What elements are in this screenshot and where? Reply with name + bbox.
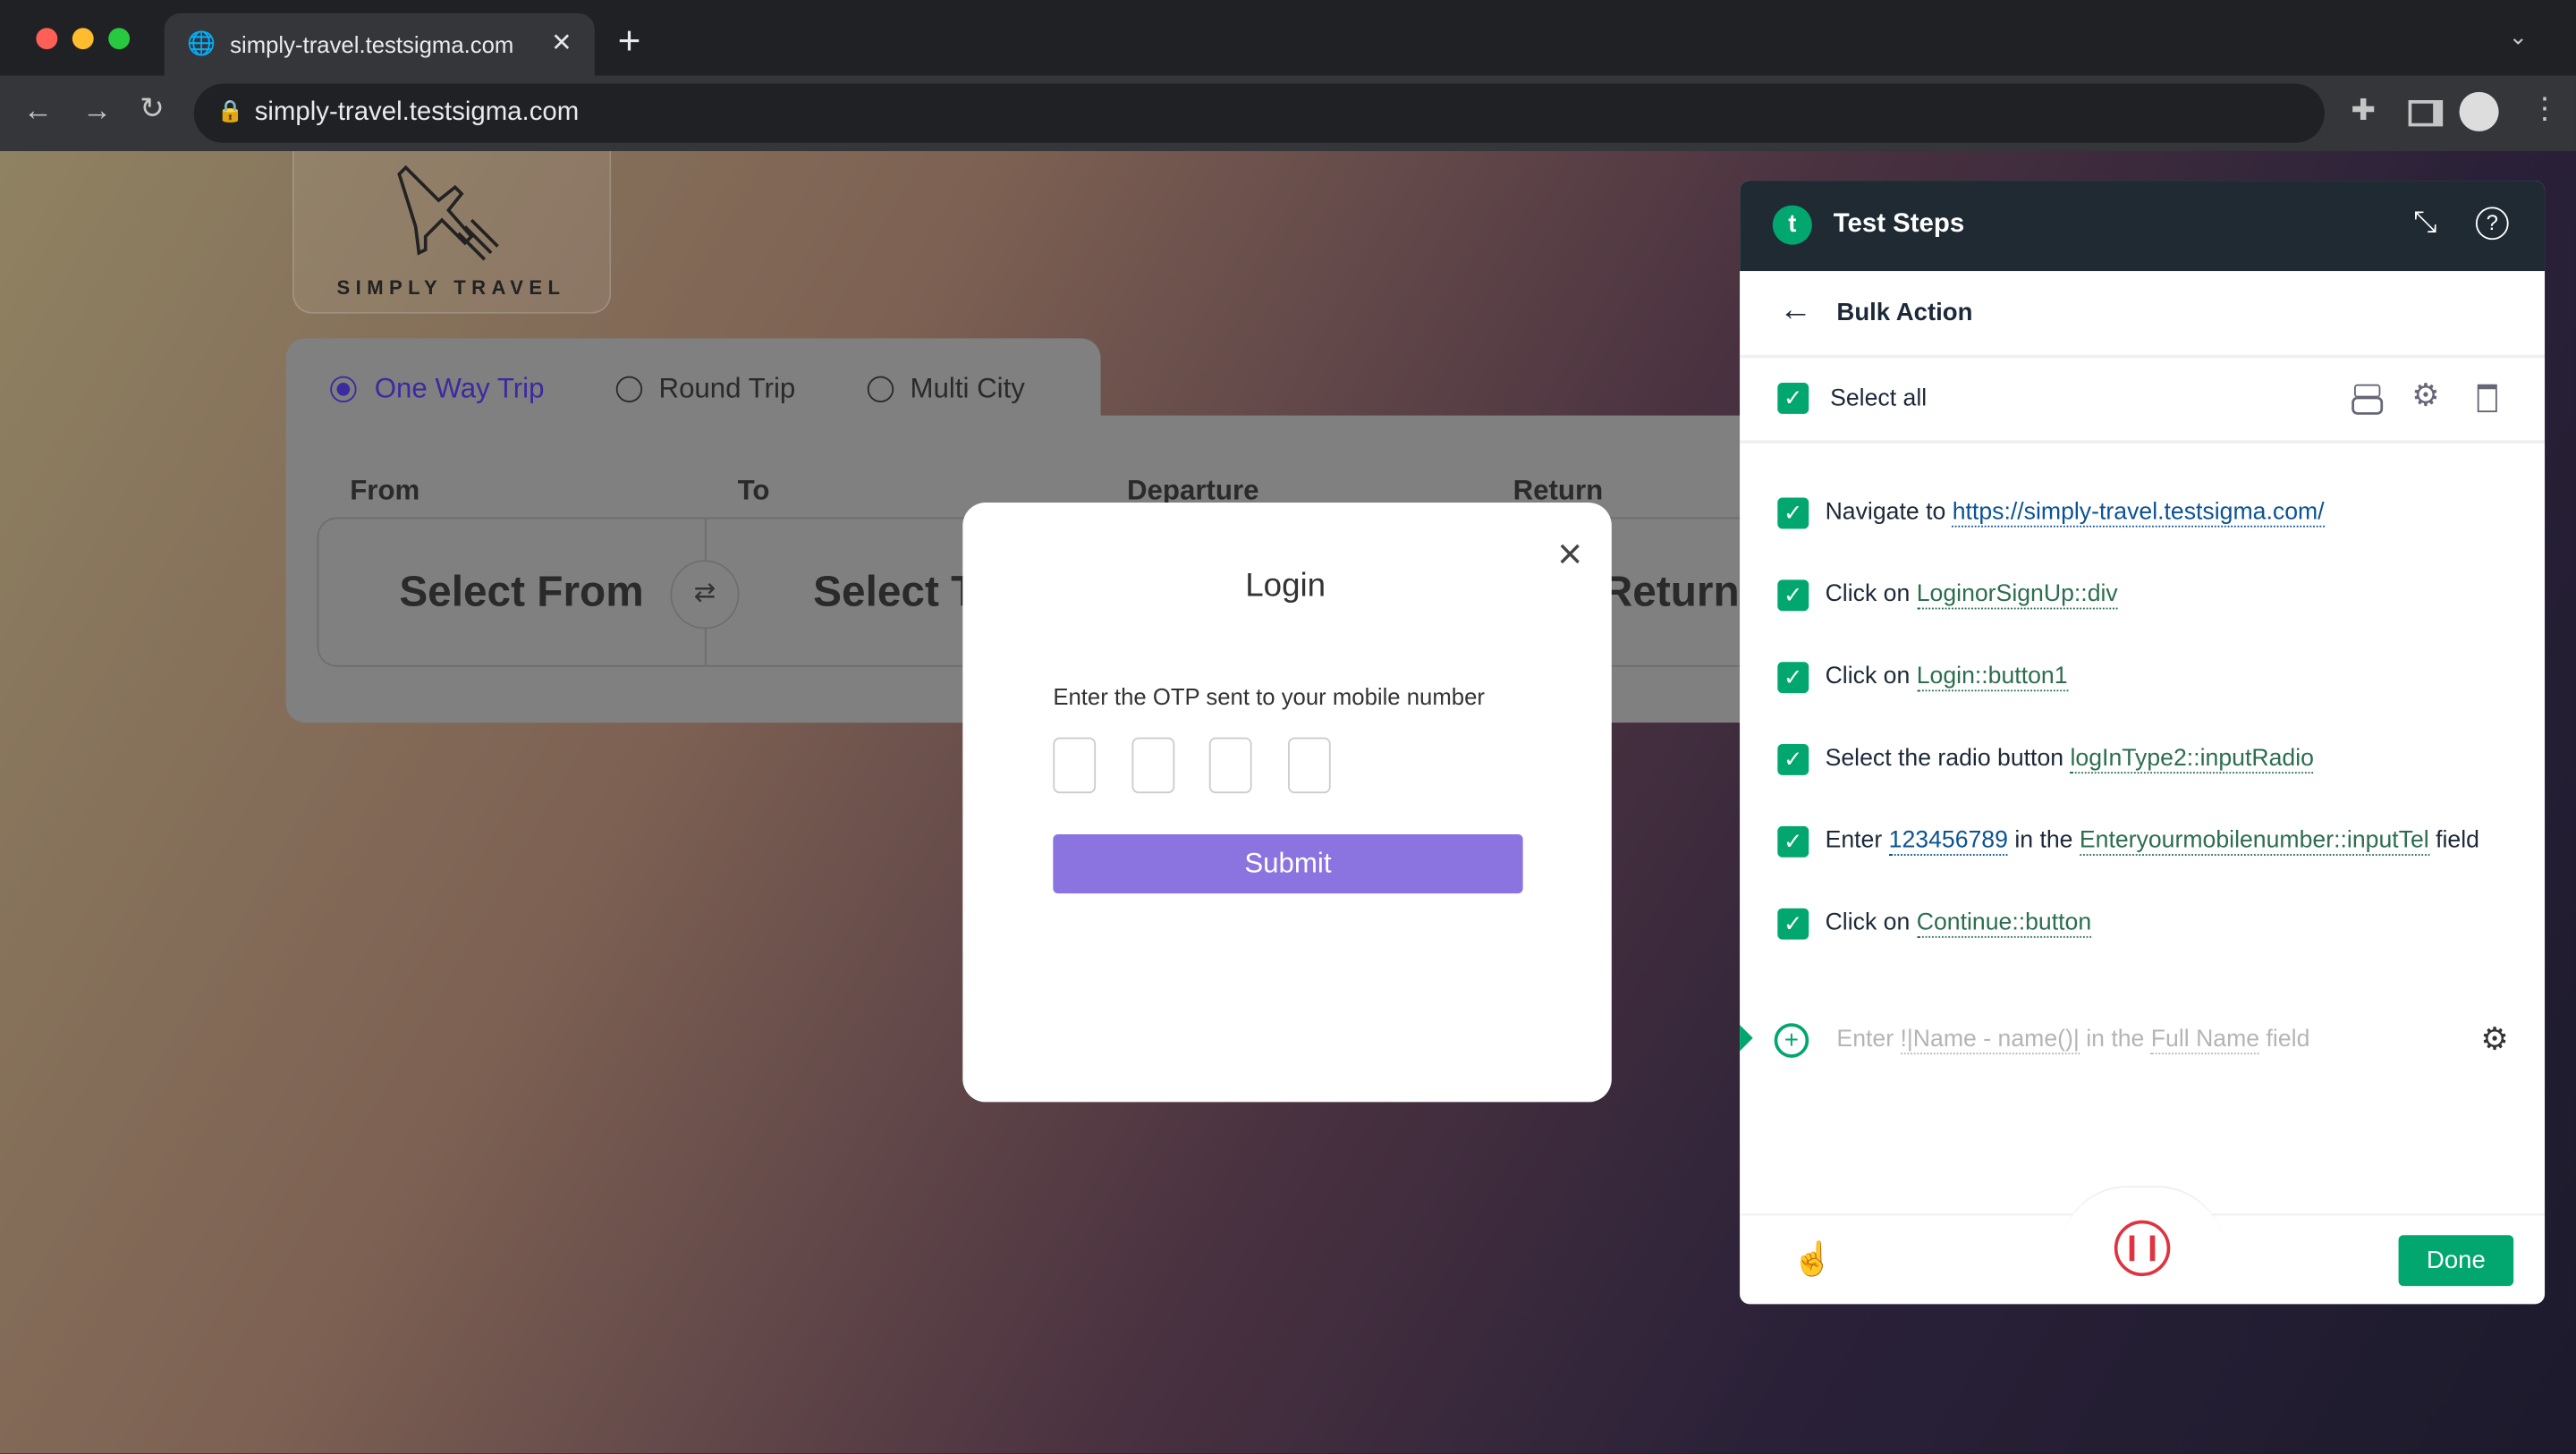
close-icon[interactable]: × (1557, 528, 1582, 579)
from-select[interactable]: Select From (399, 567, 643, 618)
otp-input-3[interactable] (1208, 737, 1252, 794)
trip-label: One Way Trip (374, 372, 545, 404)
to-label: To (737, 474, 770, 506)
browser-tab-bar: 🌐 simply-travel.testsigma.com × + ⌄ (0, 0, 2576, 76)
settings-icon[interactable]: ⚙ (2411, 377, 2439, 415)
logo-text: SIMPLY TRAVEL (336, 275, 566, 300)
tab-search-chevron-icon[interactable]: ⌄ (2509, 23, 2529, 51)
step-text: Enter (1825, 827, 1889, 855)
pointer-hand-icon[interactable]: ☝ (1792, 1238, 1834, 1280)
element-link[interactable]: Login::button1 (1916, 664, 2068, 692)
element-link[interactable]: Continue::button (1916, 909, 2091, 938)
select-all-label: Select all (1830, 385, 1928, 413)
url-text: simply-travel.testsigma.com (254, 98, 580, 127)
step-checkbox[interactable]: ✓ (1777, 908, 1809, 940)
add-step-icon[interactable]: + (1774, 1023, 1809, 1058)
browser-tab[interactable]: 🌐 simply-travel.testsigma.com × (164, 13, 595, 76)
divider (1740, 440, 2546, 444)
select-all-checkbox[interactable]: ✓ (1777, 382, 1809, 414)
new-tab-button[interactable]: + (618, 20, 641, 65)
minimize-window-button[interactable] (72, 28, 94, 50)
return-select[interactable]: Return (1602, 567, 1740, 618)
new-step-input[interactable]: Enter !|Name - name()| in the Full Name … (1836, 1026, 2310, 1055)
step-checkbox[interactable]: ✓ (1777, 744, 1809, 775)
reload-icon[interactable]: ↻ (140, 92, 165, 127)
step-text: in the (2079, 1026, 2151, 1053)
step-checkbox[interactable]: ✓ (1777, 662, 1809, 694)
step-text: Navigate to (1825, 499, 1953, 526)
test-data-placeholder[interactable]: !|Name - name()| (1900, 1026, 2080, 1055)
swap-icon[interactable]: ⇄ (670, 560, 740, 630)
modal-title: Login (1245, 568, 1326, 604)
step-3[interactable]: Click on Login::button1 (1825, 664, 2068, 692)
step-checkbox[interactable]: ✓ (1777, 579, 1809, 612)
menu-icon[interactable]: ⋮ (2530, 92, 2560, 127)
done-button[interactable]: Done (2398, 1235, 2514, 1287)
lock-icon: 🔒 (216, 98, 244, 123)
side-panel-icon[interactable] (2408, 100, 2444, 127)
step-text: field (2428, 827, 2479, 855)
pause-icon[interactable]: ❙❙ (2114, 1220, 2171, 1277)
trip-label: Round Trip (658, 372, 796, 404)
step-6[interactable]: Click on Continue::button (1825, 909, 2091, 938)
back-icon[interactable]: ← (23, 94, 53, 129)
maximize-window-button[interactable] (108, 28, 131, 50)
element-placeholder[interactable]: Full Name (2150, 1026, 2260, 1055)
profile-avatar[interactable] (2459, 91, 2499, 131)
test-steps-panel: t Test Steps ⤡ ? ← Bulk Action ✓ Select … (1740, 181, 2546, 1305)
panel-title: Test Steps (1833, 210, 1965, 239)
step-checkbox[interactable]: ✓ (1777, 497, 1809, 529)
step-text: Enter (1836, 1026, 1901, 1053)
step-settings-icon[interactable]: ⚙ (2480, 1021, 2508, 1059)
tab-title: simply-travel.testsigma.com (230, 30, 514, 58)
element-link[interactable]: Enteryourmobilenumber::inputTel (2079, 827, 2429, 856)
panel-header: t Test Steps ⤡ ? (1740, 181, 2546, 272)
current-step-marker (1740, 1025, 1753, 1052)
otp-input-4[interactable] (1287, 737, 1331, 794)
test-data-link[interactable]: 123456789 (1888, 827, 2008, 856)
step-text: field (2259, 1026, 2310, 1053)
step-text: Click on (1825, 664, 1917, 690)
back-arrow-icon[interactable]: ← (1779, 292, 1812, 330)
globe-icon: 🌐 (187, 30, 216, 56)
element-link[interactable]: logInType2::inputRadio (2070, 745, 2314, 774)
step-text: Click on (1825, 909, 1917, 936)
close-tab-icon[interactable]: × (552, 25, 571, 63)
group-steps-icon[interactable] (2353, 384, 2381, 398)
trip-label: Multi City (910, 372, 1025, 404)
step-text: Select the radio button (1825, 745, 2071, 773)
delete-icon[interactable] (2477, 384, 2497, 413)
radio-unselected[interactable] (867, 376, 894, 402)
login-modal: Login × Enter the OTP sent to your mobil… (962, 503, 1612, 1103)
otp-input-1[interactable] (1053, 737, 1097, 794)
step-4[interactable]: Select the radio button logInType2::inpu… (1825, 745, 2314, 774)
step-text: in the (2007, 827, 2080, 855)
from-label: From (350, 474, 420, 506)
airplane-icon (397, 165, 499, 261)
step-2[interactable]: Click on LoginorSignUp::div (1825, 581, 2118, 610)
step-checkbox[interactable]: ✓ (1777, 825, 1809, 858)
divider (1740, 354, 2546, 359)
otp-input-2[interactable] (1131, 737, 1175, 794)
otp-instruction: Enter the OTP sent to your mobile number (1053, 683, 1485, 710)
bulk-action-title: Bulk Action (1836, 299, 1973, 327)
step-text: Click on (1825, 581, 1917, 608)
test-data-link[interactable]: https://simply-travel.testsigma.com/ (1952, 499, 2325, 528)
submit-button[interactable]: Submit (1053, 834, 1523, 894)
radio-selected[interactable] (330, 376, 357, 402)
minimize-icon[interactable]: ⤡ (2413, 206, 2436, 241)
element-link[interactable]: LoginorSignUp::div (1916, 581, 2118, 610)
extensions-icon[interactable]: ✚ (2351, 94, 2376, 129)
testsigma-logo-icon: t (1772, 205, 1812, 245)
help-icon[interactable]: ? (2475, 207, 2509, 241)
site-logo[interactable]: SIMPLY TRAVEL (292, 150, 612, 314)
close-window-button[interactable] (36, 28, 58, 50)
step-1[interactable]: Navigate to https://simply-travel.testsi… (1825, 499, 2325, 528)
screen: 🌐 simply-travel.testsigma.com × + ⌄ ← → … (0, 0, 2576, 1454)
step-5[interactable]: Enter 123456789 in the Enteryourmobilenu… (1825, 827, 2479, 856)
radio-unselected[interactable] (615, 376, 643, 402)
forward-icon[interactable]: → (82, 94, 112, 129)
address-bar[interactable]: 🔒 simply-travel.testsigma.com (193, 83, 2325, 143)
